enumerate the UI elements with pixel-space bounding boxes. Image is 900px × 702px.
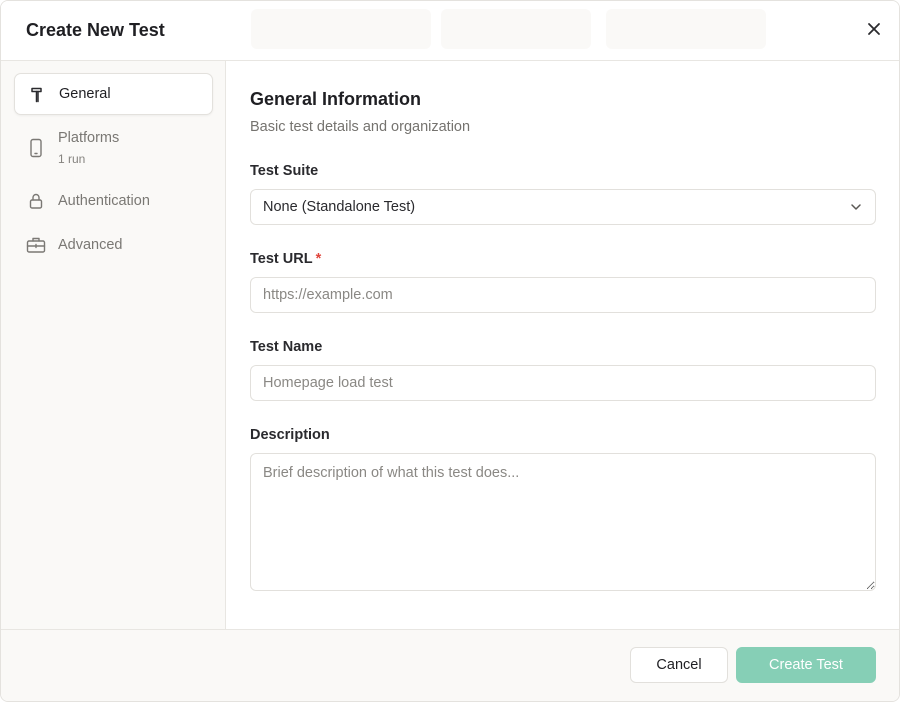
section-subtitle: Basic test details and organization bbox=[250, 119, 471, 135]
description-textarea[interactable] bbox=[250, 453, 876, 591]
dialog-title: Create New Test bbox=[26, 20, 165, 40]
test-name-input[interactable] bbox=[250, 365, 876, 401]
close-button[interactable] bbox=[863, 18, 885, 40]
cancel-button[interactable]: Cancel bbox=[630, 647, 728, 683]
section-title: General Information bbox=[250, 89, 422, 109]
test-name-label: Test Name bbox=[250, 339, 323, 355]
test-url-input[interactable] bbox=[250, 277, 876, 313]
sidebar: General Platforms 1 run Authentication A… bbox=[1, 61, 226, 629]
create-test-dialog: Create New Test General Platforms 1 run … bbox=[0, 0, 900, 702]
test-url-label-text: Test URL bbox=[250, 251, 313, 267]
sidebar-item-authentication[interactable]: Authentication bbox=[14, 181, 213, 223]
sidebar-item-label: Platforms bbox=[58, 130, 120, 146]
lock-icon bbox=[26, 191, 46, 211]
required-mark: * bbox=[315, 251, 322, 267]
description-label: Description bbox=[250, 427, 330, 443]
toolbox-icon bbox=[26, 235, 46, 255]
create-test-button[interactable]: Create Test bbox=[736, 647, 876, 683]
background-shadow bbox=[251, 9, 431, 49]
sidebar-item-sublabel: 1 run bbox=[58, 152, 86, 166]
dialog-footer: Cancel Create Test bbox=[1, 629, 899, 701]
test-url-label: Test URL * bbox=[250, 251, 321, 267]
sidebar-item-general[interactable]: General bbox=[14, 73, 213, 115]
sidebar-item-advanced[interactable]: Advanced bbox=[14, 225, 213, 267]
sidebar-item-label: General bbox=[59, 86, 111, 102]
main-panel: General Information Basic test details a… bbox=[226, 61, 899, 629]
background-shadow bbox=[606, 9, 766, 49]
test-suite-value: None (Standalone Test) bbox=[263, 199, 416, 215]
test-suite-select[interactable]: None (Standalone Test) bbox=[250, 189, 876, 225]
sidebar-item-label: Advanced bbox=[58, 237, 123, 253]
hammer-icon bbox=[27, 85, 47, 105]
chevron-down-icon bbox=[849, 200, 863, 218]
phone-icon bbox=[26, 138, 46, 158]
test-suite-label: Test Suite bbox=[250, 163, 319, 179]
sidebar-item-platforms[interactable]: Platforms 1 run bbox=[14, 123, 213, 173]
dialog-header: Create New Test bbox=[1, 1, 899, 61]
close-icon bbox=[868, 23, 880, 35]
sidebar-item-label: Authentication bbox=[58, 193, 150, 209]
background-shadow bbox=[441, 9, 591, 49]
